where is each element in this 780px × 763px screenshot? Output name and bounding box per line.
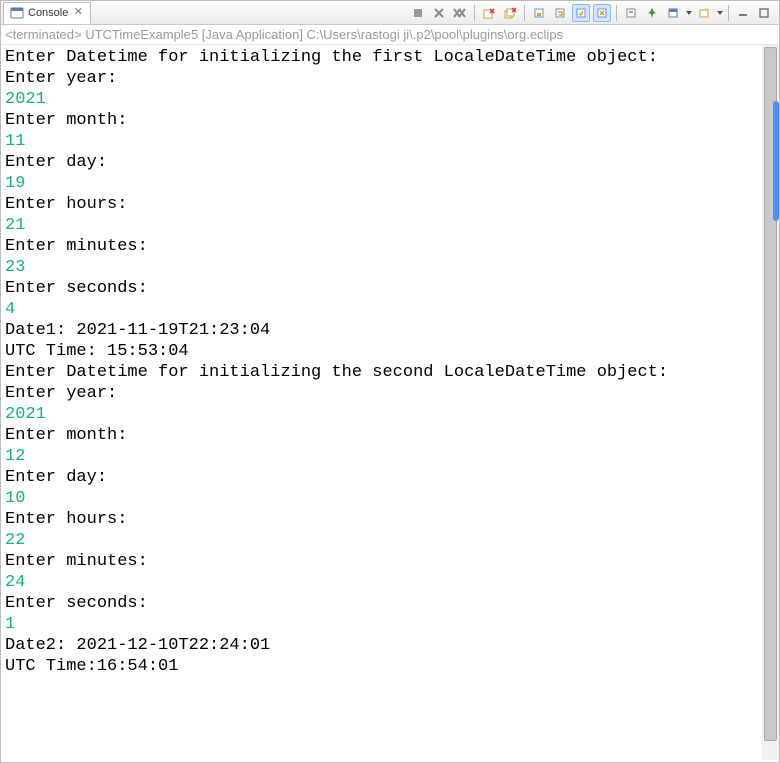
console-input-line: 22 (5, 530, 779, 551)
console-output-line: UTC Time:16:54:01 (5, 656, 779, 677)
scroll-lock-icon[interactable] (530, 4, 548, 22)
dropdown-icon[interactable] (717, 11, 723, 15)
display-selected-icon[interactable] (664, 4, 682, 22)
console-output-line: Enter year: (5, 383, 779, 404)
stop-icon[interactable] (409, 4, 427, 22)
launch-status: <terminated> UTCTimeExample5 [Java Appli… (1, 25, 779, 45)
console-output-line: Enter seconds: (5, 593, 779, 614)
console-input-line: 4 (5, 299, 779, 320)
console-input-line: 11 (5, 131, 779, 152)
console-output[interactable]: Enter Datetime for initializing the firs… (1, 45, 779, 760)
show-on-err-icon[interactable] (593, 4, 611, 22)
console-output-line: Enter hours: (5, 509, 779, 530)
console-input-line: 23 (5, 257, 779, 278)
terminate-all-icon[interactable] (451, 4, 469, 22)
separator-icon (616, 5, 617, 21)
console-output-line: Enter seconds: (5, 278, 779, 299)
console-output-line: Enter minutes: (5, 236, 779, 257)
word-wrap-icon[interactable] (551, 4, 569, 22)
console-output-line: UTC Time: 15:53:04 (5, 341, 779, 362)
console-input-line: 1 (5, 614, 779, 635)
console-output-line: Date2: 2021-12-10T22:24:01 (5, 635, 779, 656)
console-output-line: Enter minutes: (5, 551, 779, 572)
console-input-line: 10 (5, 488, 779, 509)
console-icon (10, 6, 24, 20)
console-input-line: 2021 (5, 404, 779, 425)
console-output-line: Enter Datetime for initializing the firs… (5, 47, 779, 68)
separator-icon (524, 5, 525, 21)
remove-all-icon[interactable] (501, 4, 519, 22)
console-output-line: Enter hours: (5, 194, 779, 215)
console-tab-label: Console (28, 7, 68, 19)
console-input-line: 2021 (5, 89, 779, 110)
close-tab-icon[interactable]: ✕ (72, 7, 84, 19)
console-output-line: Enter day: (5, 467, 779, 488)
dropdown-icon[interactable] (686, 11, 692, 15)
show-on-out-icon[interactable] (572, 4, 590, 22)
console-input-line: 24 (5, 572, 779, 593)
console-output-line: Date1: 2021-11-19T21:23:04 (5, 320, 779, 341)
remove-launch-icon[interactable] (480, 4, 498, 22)
maximize-icon[interactable] (755, 4, 773, 22)
console-input-line: 12 (5, 446, 779, 467)
console-output-line: Enter day: (5, 152, 779, 173)
console-output-line: Enter month: (5, 110, 779, 131)
console-output-line: Enter month: (5, 425, 779, 446)
toolbar-buttons (409, 4, 779, 22)
clear-icon[interactable] (622, 4, 640, 22)
console-toolbar: Console ✕ (1, 1, 779, 25)
terminate-icon[interactable] (430, 4, 448, 22)
separator-icon (474, 5, 475, 21)
separator-icon (728, 5, 729, 21)
console-input-line: 21 (5, 215, 779, 236)
pin-icon[interactable] (643, 4, 661, 22)
open-console-icon[interactable] (695, 4, 713, 22)
console-input-line: 19 (5, 173, 779, 194)
minimize-icon[interactable] (734, 4, 752, 22)
console-output-line: Enter Datetime for initializing the seco… (5, 362, 779, 383)
console-tab[interactable]: Console ✕ (3, 2, 91, 24)
side-indicator (773, 101, 779, 221)
console-output-line: Enter year: (5, 68, 779, 89)
